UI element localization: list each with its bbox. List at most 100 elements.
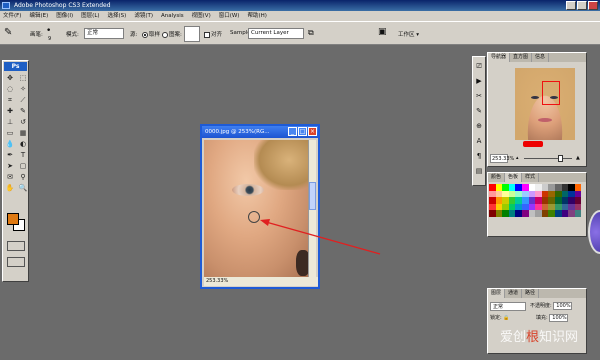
color-swatch[interactable] [508,197,516,204]
camera-icon[interactable]: ▣ [378,27,387,37]
path-selection-tool-icon[interactable]: ➤ [4,161,16,171]
sample-select[interactable]: Current Layer [248,28,304,39]
color-swatch[interactable] [521,190,529,198]
color-swatch[interactable] [521,197,529,204]
color-swatch[interactable] [508,203,516,211]
mode-select[interactable]: 正常 [84,28,124,39]
zoom-slider-knob[interactable] [558,155,563,162]
color-swatch[interactable] [508,190,516,198]
menu-filter[interactable]: 滤镜(T) [134,11,153,21]
color-swatch[interactable] [561,197,569,204]
brush-tool-icon[interactable]: ✎ [17,106,29,116]
clone-stamp-icon[interactable]: ✎ [4,27,12,38]
color-swatch[interactable] [521,203,529,211]
color-swatch[interactable] [489,197,496,204]
menu-help[interactable]: 帮助(H) [247,11,266,21]
crop-tool-icon[interactable]: ⌗ [4,95,16,105]
menu-select[interactable]: 选择(S) [108,11,127,21]
color-swatch[interactable] [548,203,555,211]
color-swatch[interactable] [495,210,503,217]
document-minimize-button[interactable]: _ [288,127,297,136]
blur-tool-icon[interactable]: 💧 [4,139,16,149]
color-swatch[interactable] [489,203,496,211]
workspace-button[interactable]: 工作区 ▾ [398,30,419,38]
color-swatch[interactable] [502,210,509,217]
color-swatch[interactable] [541,210,549,217]
color-swatch[interactable] [528,210,536,217]
tab-styles[interactable]: 样式 [522,173,540,182]
ignore-adjustment-icon[interactable]: ⧉ [308,28,314,38]
type-tool-icon[interactable]: T [17,150,29,160]
dodge-tool-icon[interactable]: ◐ [17,139,29,149]
gradient-tool-icon[interactable]: ▦ [17,128,29,138]
menu-edit[interactable]: 编辑(E) [29,11,48,21]
layer-comps-icon[interactable]: ▤ [473,165,485,177]
opacity-input[interactable]: 100% [553,302,572,310]
color-swatch[interactable] [561,190,569,198]
fill-input[interactable]: 100% [549,314,568,322]
tab-navigator[interactable]: 导航器 [488,53,511,62]
color-swatch[interactable] [568,190,575,198]
hand-tool-icon[interactable]: ✋ [4,183,16,193]
color-swatch[interactable] [528,184,536,191]
color-swatch[interactable] [515,184,522,191]
eyedropper-tool-icon[interactable]: ⚲ [17,172,29,182]
color-swatch[interactable] [574,197,582,204]
color-swatch[interactable] [554,203,562,211]
close-button[interactable] [588,1,598,10]
color-swatch[interactable] [554,184,562,191]
color-swatch[interactable] [568,203,575,211]
clone-stamp-tool-icon[interactable]: ⊥ [4,117,16,127]
minimize-button[interactable] [566,1,576,10]
color-swatch[interactable] [535,190,542,198]
color-swatch[interactable] [508,210,516,217]
document-image[interactable] [204,140,310,278]
menu-layer[interactable]: 图层(L) [81,11,99,21]
color-swatch[interactable] [548,210,555,217]
color-swatch[interactable] [541,197,549,204]
notes-tool-icon[interactable]: ✉ [4,172,16,182]
zoom-out-icon[interactable]: ▴ [516,154,519,163]
paragraph-panel-icon[interactable]: ¶ [473,150,485,162]
tab-paths[interactable]: 路径 [522,289,540,298]
clone-source-icon[interactable]: ⊕ [473,120,485,132]
healing-brush-tool-icon[interactable]: ✚ [4,106,16,116]
navigator-thumbnail[interactable] [515,68,575,140]
scrollbar-thumb[interactable] [309,182,316,210]
color-swatch[interactable] [528,197,536,204]
tab-channels[interactable]: 通道 [505,289,523,298]
menu-file[interactable]: 文件(F) [3,11,21,21]
color-swatch[interactable] [548,190,555,198]
color-swatch[interactable] [568,210,575,217]
quick-mask-button[interactable] [7,241,25,251]
color-swatch[interactable] [489,190,496,198]
zoom-slider-track[interactable] [524,158,572,159]
shape-tool-icon[interactable]: ▢ [17,161,29,171]
source-pattern-option[interactable]: 图案: [162,30,182,38]
color-swatch[interactable] [495,197,503,204]
radio-pattern[interactable] [162,31,168,38]
color-swatch[interactable] [521,184,529,191]
color-swatch[interactable] [541,190,549,198]
source-sampled-option[interactable]: 取样 [142,30,160,38]
color-swatch[interactable] [568,184,575,191]
color-swatch[interactable] [502,190,509,198]
color-swatch[interactable] [489,210,496,217]
color-swatch[interactable] [574,210,582,217]
color-swatch[interactable] [574,203,582,211]
tab-layers[interactable]: 图层 [488,289,506,298]
color-swatch[interactable] [508,184,516,191]
screen-mode-button[interactable] [7,257,25,267]
color-swatch[interactable] [528,190,536,198]
color-swatch[interactable] [541,203,549,211]
color-swatch[interactable] [515,203,522,211]
magic-wand-tool-icon[interactable]: ✧ [17,84,29,94]
zoom-tool-icon[interactable]: 🔍 [17,183,29,193]
menu-view[interactable]: 视图(V) [192,11,211,21]
color-swatch[interactable] [515,190,522,198]
document-maximize-button[interactable]: □ [298,127,307,136]
color-swatch[interactable] [515,210,522,217]
maximize-button[interactable] [577,1,587,10]
color-swatch[interactable] [554,197,562,204]
color-swatch[interactable] [554,210,562,217]
